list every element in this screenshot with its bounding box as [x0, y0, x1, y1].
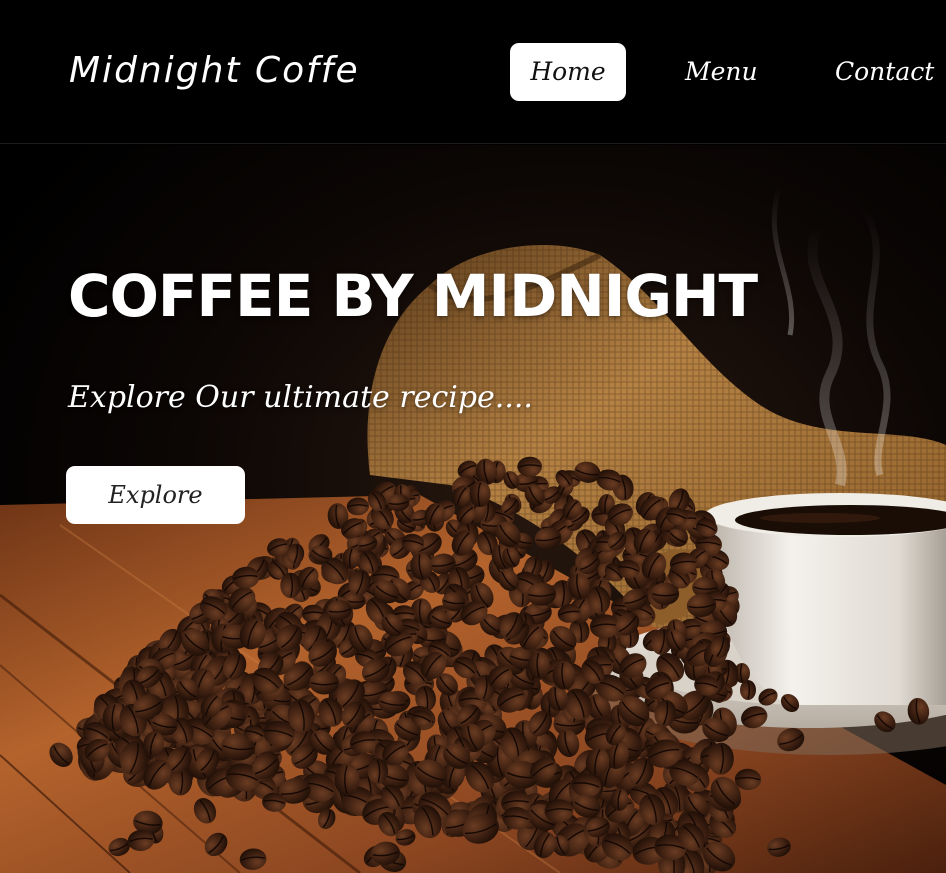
site-logo[interactable]: Midnight Coffe [69, 50, 360, 91]
hero-title: COFFEE BY MIDNIGHT [68, 262, 758, 330]
page: Midnight Coffe Home Menu Contact COFFEE … [0, 0, 946, 873]
nav-contact-link[interactable]: Contact [835, 43, 934, 101]
hero-subtitle: Explore Our ultimate recipe.... [68, 380, 533, 415]
nav-home-link[interactable]: Home [510, 43, 626, 101]
header: Midnight Coffe Home Menu Contact [0, 0, 946, 144]
nav-menu-link[interactable]: Menu [685, 43, 758, 101]
hero-section: COFFEE BY MIDNIGHT Explore Our ultimate … [0, 145, 946, 873]
explore-button[interactable]: Explore [66, 466, 245, 524]
